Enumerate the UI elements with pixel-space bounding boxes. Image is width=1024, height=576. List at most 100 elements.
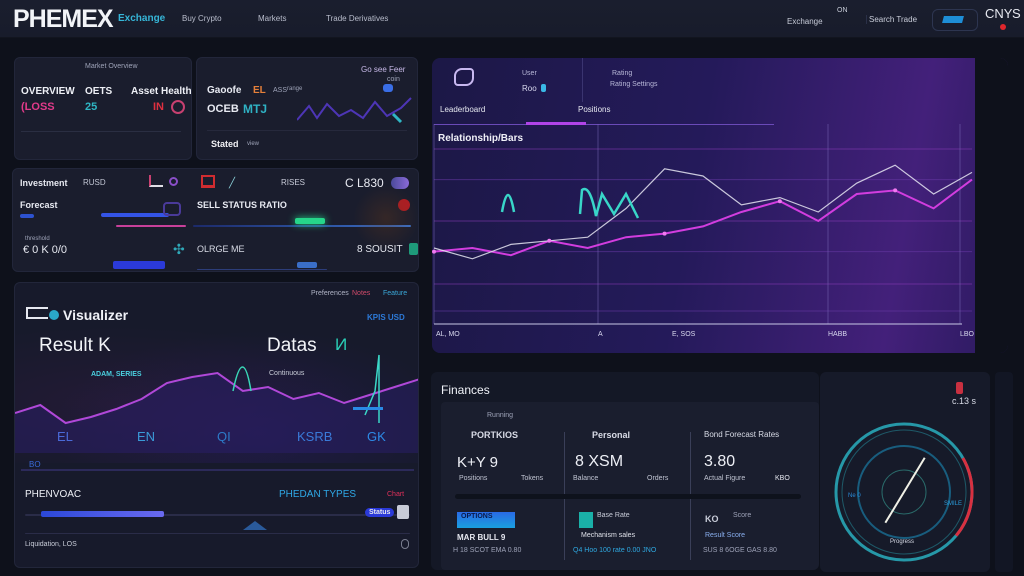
sentiment-sparkline [297,97,412,124]
status-dot [541,84,546,92]
gauge-value-label: c.13 s [952,396,977,406]
alert-badge [956,382,963,394]
logo-subtitle: Exchange [118,13,166,24]
coin-icon [383,84,393,92]
wallet-button[interactable] [932,9,978,31]
nav-item-markets[interactable]: Markets [258,14,286,23]
axis-label-4: KSRB [297,429,333,444]
exchange-badge: ON [837,7,848,14]
bottom-title: PHENVOAC [25,489,82,500]
x-tick-label: E, SOS [672,331,696,338]
card-badge-icon [579,512,593,528]
positions-sub-label: threshold [25,236,50,242]
gauge-left-label: Ne 0 [848,493,861,499]
tag-icon [409,243,418,255]
notification-dot [1000,24,1006,30]
settings-link[interactable]: S [1012,6,1021,21]
exchange-link[interactable]: Exchange [787,17,823,26]
header-user-sub: Roo [522,84,537,93]
header-meta-sub: Rating Settings [610,81,658,88]
card-line3: SUS 8 6OGE GAS 8.80 [703,547,777,554]
tab-positions[interactable]: Positions [578,105,610,114]
volume-bar [113,261,165,269]
card-badge: KO [705,514,719,524]
axis-label-3: QI [217,429,231,444]
card-badge: OPTIONS [457,512,515,528]
health-icon [171,100,185,114]
main-line-chart: AL, MOAE, SOSHABBLBO 505005000.5360 [432,124,995,338]
sentiment-row1: Gaoofe [207,85,242,96]
visualizer-icon [26,307,48,319]
nav-item-buy-crypto[interactable]: Buy Crypto [182,14,222,23]
overview-label-3: Asset Health [131,86,192,97]
language-selector[interactable]: CNY [985,6,1012,21]
nav-item-derivatives[interactable]: Trade Derivatives [326,14,388,23]
divider [207,130,407,131]
summary-col3-sub-l: Actual Figure [704,475,746,482]
gauge-panel: c.13 s Ne 0 SMILE Progress [820,372,990,572]
data-point [662,231,667,236]
sentiment-row2-value: MTJ [243,102,267,116]
sentiment-row1-tag: EL [253,85,266,96]
positions-row2-label: Forecast [20,200,58,210]
data-point [547,238,552,243]
data-point [432,249,436,254]
progress-line-pink [116,225,186,227]
positions-row3-right: 8 SOUSIT [357,244,403,255]
eye-icon [49,310,59,320]
gauge-right-label: SMILE [944,501,963,507]
data-point [893,188,898,193]
divider [582,58,583,102]
x-tick-label: A [598,331,603,338]
main-chart-panel: User Roo Rating Rating Settings Leaderbo… [432,58,1008,353]
card-line2: Result Score [705,532,746,539]
divider [21,131,181,132]
summary-separator [455,494,801,499]
x-tick-label: LBO [960,331,975,338]
progress-marker [243,521,267,530]
positions-row3-label: € 0 K 0/0 [23,244,68,256]
header-meta: Rating [612,70,633,77]
positions-row3-mid: OLRGE ME [197,244,245,254]
tab-leaderboard[interactable]: Leaderboard [440,105,485,114]
analytics-marker [353,407,383,410]
link-preferences[interactable]: Preferences [311,290,349,297]
positions-row1-value: RISES [281,178,306,187]
sentiment-top-sub: coin [387,76,400,83]
summary-col1-label: PORTKIOS [471,430,519,440]
gauge-bottom-label: Progress [890,539,915,545]
axis-label-5: GK [367,429,386,444]
server-icon [397,505,409,519]
overview-title: Market Overview [85,63,138,70]
sentiment-row1-tag2: ASS [273,87,288,94]
user-avatar-icon [454,68,474,86]
logo[interactable]: PHEMEX [13,5,114,34]
progress-track-2 [25,533,410,534]
sentiment-top-link[interactable]: Go see Feer [361,65,405,74]
wallet-icon [201,175,215,188]
gauge-needle [884,457,926,524]
search-trade-link[interactable]: Search Trade [866,15,917,24]
positions-row1-tag: RUSD [83,178,106,187]
sentiment-panel: Go see Feer coin range Gaoofe EL ASS OCE… [196,57,418,160]
bottom-right-tag[interactable]: Chart [387,491,404,498]
summary-col2-value: 8 XSM [575,453,624,470]
forecast-bar [101,213,169,217]
status-pill[interactable]: Status [365,508,395,517]
info-icon[interactable] [401,539,409,549]
sentiment-footer-sub[interactable]: view [247,141,259,147]
x-tick-label: HABB [828,331,847,338]
kpi-tag[interactable]: KPIS USD [367,313,405,322]
axis-label-2: EN [137,429,156,444]
right-edge-panel [995,372,1013,572]
positions-row1-label: Investment [20,178,68,188]
summary-panel: Finances Running PORTKIOS K+Y 9 Position… [431,372,819,570]
summary-col1-sub-r: Tokens [521,475,544,482]
overview-value-2: 25 [85,101,98,113]
summary-col3-sub-r: KBO [775,475,790,482]
card-line2: Mechanism sales [581,532,636,539]
summary-col3-value: 3.80 [704,453,736,470]
link-feature[interactable]: Feature [383,290,407,297]
summary-col2-sub-l: Balance [573,475,599,482]
link-notes[interactable]: Notes [352,290,370,297]
